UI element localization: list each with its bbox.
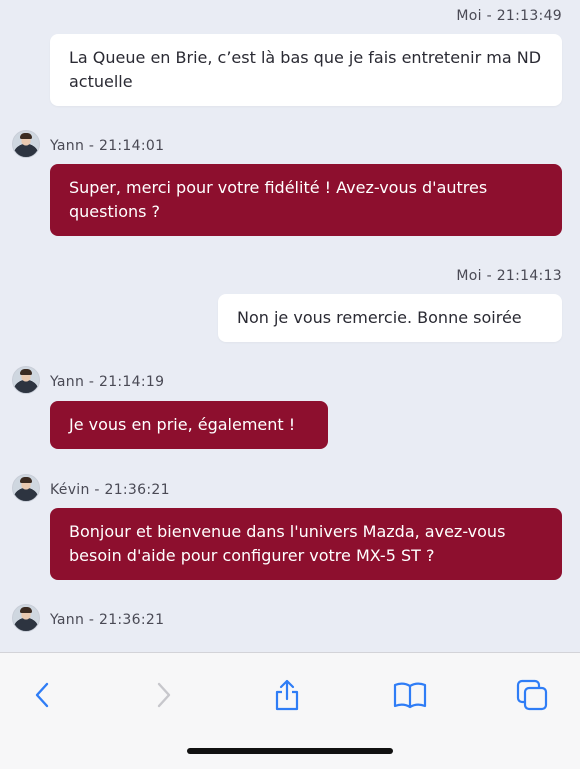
tabs-icon[interactable]	[510, 673, 554, 717]
agent-avatar	[12, 474, 40, 502]
message-meta: Kévin - 21:36:21	[50, 482, 170, 498]
agent-message-bubble: Je vous en prie, également !	[50, 401, 328, 449]
user-message-bubble: Non je vous remercie. Bonne soirée	[218, 294, 562, 342]
home-indicator	[187, 748, 393, 754]
forward-chevron-icon	[142, 673, 186, 717]
agent-message-bubble: Bonjour et bienvenue dans l'univers Mazd…	[50, 508, 562, 580]
chat-transcript: Moi - 21:13:49 La Queue en Brie, c’est l…	[0, 0, 580, 652]
agent-avatar	[12, 604, 40, 632]
share-icon[interactable]	[265, 673, 309, 717]
message-meta: Yann - 21:14:19	[50, 374, 165, 390]
agent-avatar	[12, 366, 40, 394]
message-meta: Yann - 21:36:21	[50, 612, 165, 628]
message-meta: Yann - 21:14:01	[50, 138, 165, 154]
back-chevron-icon[interactable]	[20, 673, 64, 717]
message-meta: Moi - 21:14:13	[456, 268, 562, 284]
bookmarks-icon[interactable]	[388, 673, 432, 717]
agent-message-bubble: Super, merci pour votre fidélité ! Avez-…	[50, 164, 562, 236]
agent-avatar	[12, 130, 40, 158]
user-message-bubble: La Queue en Brie, c’est là bas que je fa…	[50, 34, 562, 106]
message-meta: Moi - 21:13:49	[456, 8, 562, 24]
